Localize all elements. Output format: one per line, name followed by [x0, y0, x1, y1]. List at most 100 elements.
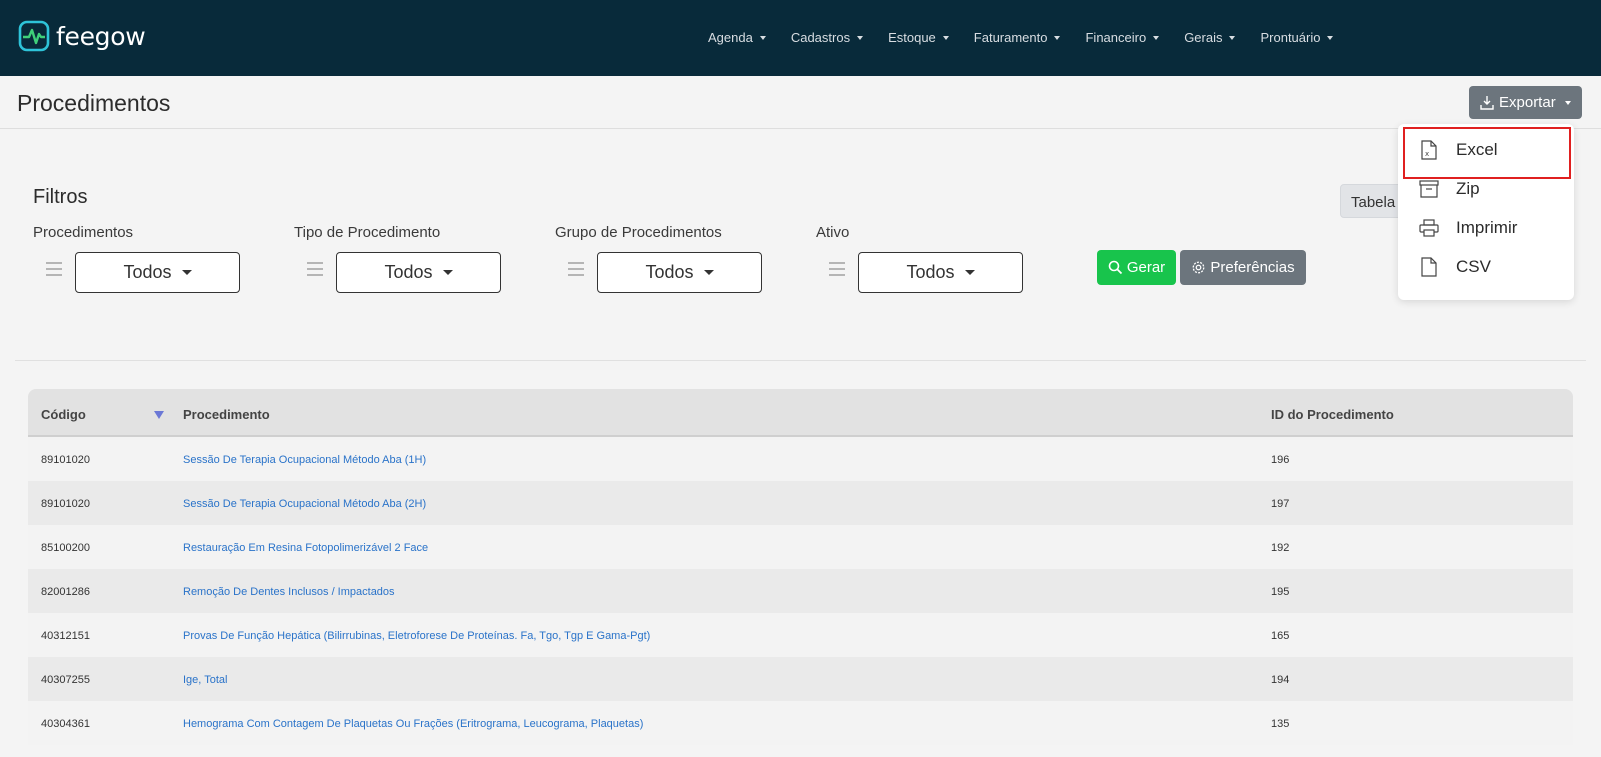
- page-header: Procedimentos Exportar: [0, 76, 1601, 129]
- page-title: Procedimentos: [17, 90, 171, 116]
- top-navbar: feegow Agenda Cadastros Estoque Faturame…: [0, 0, 1601, 76]
- nav-label: Agenda: [708, 30, 753, 45]
- nav-faturamento[interactable]: Faturamento: [974, 30, 1061, 45]
- nav-label: Cadastros: [790, 30, 851, 45]
- caret-down-icon: [1153, 35, 1160, 40]
- table-row: 82001286 Remoção De Dentes Inclusos / Im…: [28, 569, 1573, 613]
- cell-id: 197: [1271, 498, 1290, 510]
- table-row: 40307255 Ige, Total 194: [28, 657, 1573, 701]
- cell-id: 196: [1271, 454, 1290, 466]
- nav-financeiro[interactable]: Financeiro: [1085, 30, 1160, 45]
- select-value: Todos: [906, 262, 955, 282]
- filter-label: Ativo: [816, 224, 850, 241]
- cell-codigo: 82001286: [41, 586, 90, 598]
- select-value: Todos: [645, 262, 694, 282]
- table-body: 89101020 Sessão De Terapia Ocupacional M…: [28, 437, 1573, 745]
- table-row: 40312151 Provas De Função Hepática (Bili…: [28, 613, 1573, 657]
- nav-label: Estoque: [888, 30, 936, 45]
- table-row: 89101020 Sessão De Terapia Ocupacional M…: [28, 481, 1573, 525]
- export-option-label: Excel: [1456, 140, 1498, 159]
- file-icon: [1421, 257, 1437, 277]
- generate-label: Gerar: [1126, 259, 1166, 276]
- export-option-print[interactable]: Imprimir: [1418, 209, 1517, 247]
- select-value: Todos: [384, 262, 433, 282]
- cell-procedimento-link[interactable]: Sessão De Terapia Ocupacional Método Aba…: [183, 454, 426, 466]
- cell-procedimento-link[interactable]: Restauração Em Resina Fotopolimerizável …: [183, 542, 428, 554]
- nav-label: Faturamento: [973, 30, 1048, 45]
- section-divider: [15, 360, 1586, 361]
- cell-procedimento-link[interactable]: Hemograma Com Contagem De Plaquetas Ou F…: [183, 718, 643, 730]
- caret-down-icon: [1564, 100, 1571, 105]
- export-option-label: Imprimir: [1456, 218, 1518, 237]
- printer-icon: [1419, 219, 1439, 237]
- feegow-logo[interactable]: feegow: [18, 20, 146, 52]
- cell-procedimento-link[interactable]: Sessão De Terapia Ocupacional Método Aba…: [183, 498, 426, 510]
- procedures-table: Código Procedimento ID do Procedimento 8…: [28, 389, 1573, 745]
- caret-down-icon: [442, 270, 453, 275]
- cell-id: 194: [1271, 674, 1290, 686]
- export-button[interactable]: Exportar: [1469, 86, 1582, 119]
- column-header-codigo[interactable]: Código: [41, 407, 86, 422]
- sort-desc-icon[interactable]: [154, 411, 164, 419]
- caret-down-icon: [1327, 35, 1334, 40]
- nav-gerais[interactable]: Gerais: [1184, 30, 1236, 45]
- filter-label: Grupo de Procedimentos: [555, 224, 722, 241]
- pulse-logo-icon: [18, 20, 50, 52]
- cell-id: 195: [1271, 586, 1290, 598]
- drag-handle-icon[interactable]: [307, 262, 323, 280]
- cell-codigo: 85100200: [41, 542, 90, 554]
- nav-agenda[interactable]: Agenda: [708, 30, 766, 45]
- export-option-csv[interactable]: CSV: [1418, 248, 1491, 286]
- table-row: 40304361 Hemograma Com Contagem De Plaqu…: [28, 701, 1573, 745]
- drag-handle-icon[interactable]: [46, 262, 62, 280]
- generate-button[interactable]: Gerar: [1097, 250, 1176, 285]
- caret-down-icon: [703, 270, 714, 275]
- select-value: Todos: [123, 262, 172, 282]
- nav-prontuario[interactable]: Prontuário: [1260, 30, 1334, 45]
- filter-grupo-select[interactable]: Todos: [597, 252, 762, 293]
- cell-id: 192: [1271, 542, 1290, 554]
- export-option-label: Zip: [1456, 179, 1480, 198]
- nav-label: Financeiro: [1085, 30, 1147, 45]
- nav-cadastros[interactable]: Cadastros: [790, 30, 864, 45]
- filter-procedimentos-select[interactable]: Todos: [75, 252, 240, 293]
- svg-text:x: x: [1425, 150, 1429, 158]
- archive-icon: [1419, 180, 1439, 198]
- export-dropdown-menu: x Excel Zip Imprimir CSV: [1398, 124, 1574, 300]
- excel-file-icon: x: [1421, 140, 1437, 160]
- column-header-procedimento[interactable]: Procedimento: [183, 407, 270, 422]
- filter-tipo-select[interactable]: Todos: [336, 252, 501, 293]
- cell-procedimento-link[interactable]: Remoção De Dentes Inclusos / Impactados: [183, 586, 395, 598]
- column-header-id[interactable]: ID do Procedimento: [1271, 407, 1394, 422]
- caret-down-icon: [1054, 35, 1061, 40]
- preferences-button[interactable]: Preferências: [1180, 250, 1306, 285]
- nav-estoque[interactable]: Estoque: [888, 30, 949, 45]
- cell-id: 165: [1271, 630, 1290, 642]
- cell-codigo: 89101020: [41, 454, 90, 466]
- drag-handle-icon[interactable]: [568, 262, 584, 280]
- gear-icon: [1192, 261, 1205, 274]
- export-option-zip[interactable]: Zip: [1418, 170, 1480, 208]
- filter-label: Tipo de Procedimento: [294, 224, 441, 241]
- nav-label: Prontuário: [1260, 30, 1321, 45]
- export-option-excel[interactable]: x Excel: [1418, 131, 1498, 169]
- caret-down-icon: [942, 35, 949, 40]
- drag-handle-icon[interactable]: [829, 262, 845, 280]
- cell-procedimento-link[interactable]: Ige, Total: [183, 674, 227, 686]
- cell-codigo: 40312151: [41, 630, 90, 642]
- caret-down-icon: [964, 270, 975, 275]
- table-row: 85100200 Restauração Em Resina Fotopolim…: [28, 525, 1573, 569]
- caret-down-icon: [181, 270, 192, 275]
- cell-id: 135: [1271, 718, 1290, 730]
- cell-codigo: 40304361: [41, 718, 90, 730]
- caret-down-icon: [857, 35, 864, 40]
- filters-title: Filtros: [33, 186, 88, 208]
- search-icon: [1108, 260, 1122, 275]
- caret-down-icon: [1229, 35, 1236, 40]
- caret-down-icon: [759, 35, 766, 40]
- table-row: 89101020 Sessão De Terapia Ocupacional M…: [28, 437, 1573, 481]
- nav-label: Gerais: [1184, 30, 1223, 45]
- filter-ativo-select[interactable]: Todos: [858, 252, 1023, 293]
- cell-procedimento-link[interactable]: Provas De Função Hepática (Bilirrubinas,…: [183, 630, 650, 642]
- main-nav: Agenda Cadastros Estoque Faturamento Fin…: [708, 30, 1358, 45]
